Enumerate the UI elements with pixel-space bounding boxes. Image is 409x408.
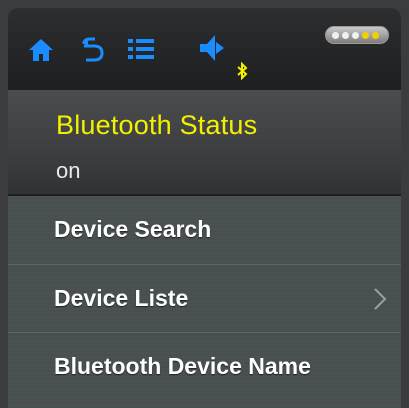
device-screen: Bluetooth Status on Device Search Device…: [0, 0, 409, 408]
settings-list: Device Search Device Liste Bluetooth Dev…: [8, 196, 401, 408]
home-icon[interactable]: [28, 38, 54, 62]
speaker-icon[interactable]: [198, 32, 230, 64]
battery-indicator: [325, 26, 389, 44]
list-item-label: Bluetooth Device Name: [54, 353, 311, 379]
back-icon[interactable]: [80, 36, 106, 62]
list-item-device-search[interactable]: Device Search: [8, 196, 401, 264]
bluetooth-status-title: Bluetooth Status: [56, 110, 258, 140]
list-item-bluetooth-device-name[interactable]: Bluetooth Device Name: [8, 332, 401, 400]
menu-icon[interactable]: [128, 38, 154, 60]
top-bar: [8, 8, 401, 90]
chevron-right-icon: [374, 288, 387, 310]
list-item-device-liste[interactable]: Device Liste: [8, 264, 401, 332]
list-item-label: Device Search: [54, 216, 212, 242]
bluetooth-status-value: on: [56, 158, 81, 183]
battery-dot: [352, 32, 359, 39]
battery-dot: [372, 32, 379, 39]
battery-dot: [362, 32, 369, 39]
bluetooth-icon: [237, 62, 248, 80]
bluetooth-status-item[interactable]: Bluetooth Status on: [8, 90, 401, 196]
battery-dot: [342, 32, 349, 39]
list-item-label: Device Liste: [54, 285, 189, 311]
battery-dot: [332, 32, 339, 39]
